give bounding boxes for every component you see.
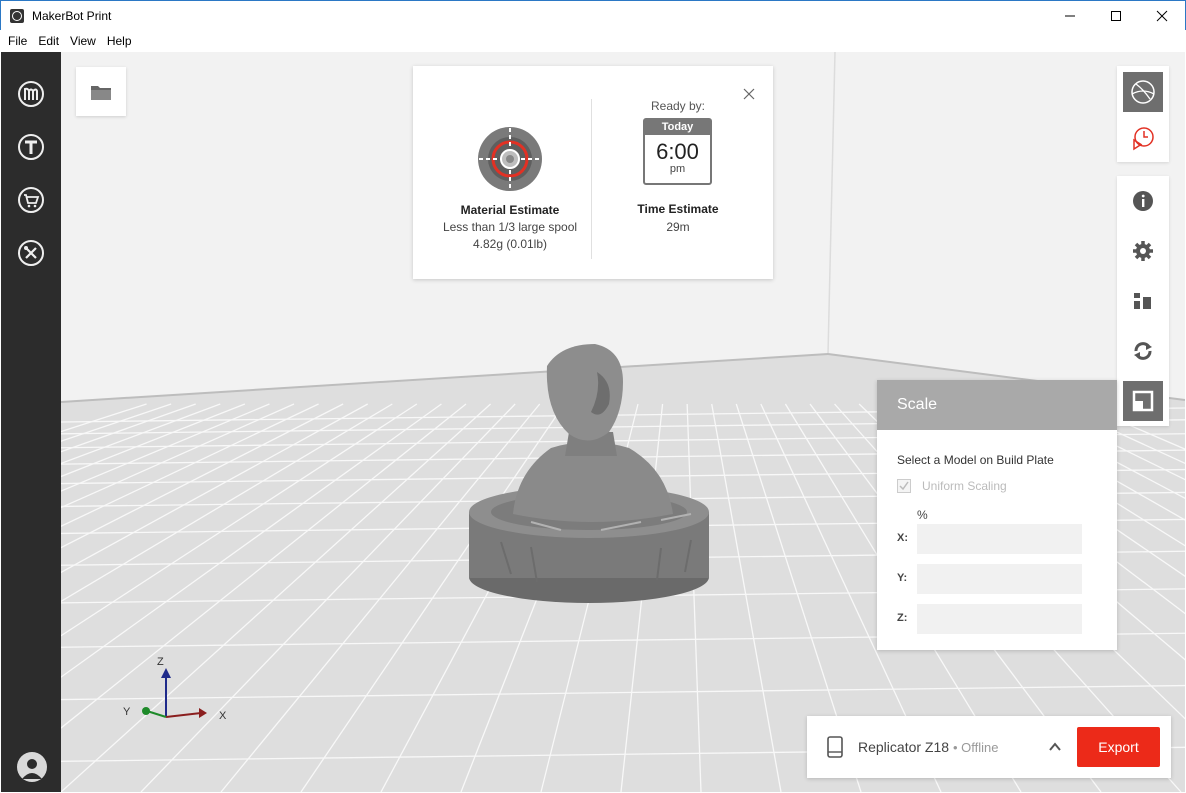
scale-x-label: X: [897, 532, 908, 544]
scale-y-input[interactable] [917, 564, 1082, 594]
menu-bar: File Edit View Help [1, 30, 1185, 52]
material-estimate-weight: 4.82g (0.01lb) [472, 237, 548, 251]
uniform-scaling-row: Uniform Scaling [897, 479, 1007, 493]
maximize-button[interactable] [1093, 1, 1139, 31]
sidebar-item-makerbot[interactable] [17, 80, 45, 108]
material-estimate-spool: Less than 1/3 large spool [442, 220, 578, 234]
settings-button[interactable] [1123, 231, 1163, 271]
print-estimate-card: Material Estimate Less than 1/3 large sp… [413, 66, 773, 279]
maximize-icon [1111, 11, 1121, 21]
store-cart-icon [18, 187, 44, 213]
settings-icon [1133, 241, 1153, 261]
arrange-button[interactable] [1123, 281, 1163, 321]
printer-name: Replicator Z18 [858, 739, 950, 755]
rotate-icon [1134, 342, 1152, 360]
view-toolbar [1117, 66, 1169, 162]
scale-button[interactable] [1123, 381, 1163, 421]
close-button[interactable] [1139, 1, 1185, 31]
tablet-device-icon [827, 736, 843, 758]
axis-x-label: X [219, 710, 227, 722]
thingiverse-icon [18, 134, 44, 160]
print-preview-button[interactable] [1123, 118, 1163, 158]
scale-y-label: Y: [897, 572, 908, 584]
sidebar-item-tools[interactable] [17, 239, 45, 267]
spool-icon [478, 127, 542, 191]
menu-file[interactable]: File [4, 34, 31, 48]
scale-unit-label: % [917, 508, 928, 522]
scale-z-label: Z: [897, 612, 908, 624]
calendar-time: 6:00 [656, 139, 699, 164]
app-logo-icon [10, 8, 24, 23]
view-mode-button[interactable] [1123, 72, 1163, 112]
sidebar-item-thingiverse[interactable] [17, 133, 45, 161]
time-estimate-title: Time Estimate [637, 202, 719, 216]
view-mode-icon [1131, 80, 1155, 104]
close-icon[interactable] [743, 88, 755, 100]
uniform-scaling-checkbox[interactable] [897, 479, 911, 493]
minimize-icon [1065, 15, 1075, 17]
axis-y-label: Y [123, 706, 131, 718]
tools-icon [18, 240, 44, 266]
scale-panel-title: Scale [877, 380, 1117, 430]
scale-hint-text: Select a Model on Build Plate [897, 453, 1054, 467]
scale-panel: Scale Select a Model on Build Plate Unif… [877, 380, 1117, 650]
printer-status: • Offline [952, 740, 999, 755]
printer-selector[interactable]: Replicator Z18 • Offline [858, 739, 998, 755]
print-preview-icon [1133, 127, 1154, 151]
chevron-up-icon[interactable] [1048, 740, 1062, 754]
printer-bar: Replicator Z18 • Offline Export [807, 716, 1171, 778]
calendar-icon: Today 6:00 pm [643, 118, 712, 185]
avatar[interactable] [17, 752, 47, 782]
info-button[interactable] [1123, 181, 1163, 221]
open-file-button[interactable] [76, 67, 126, 116]
checkmark-icon [899, 481, 909, 491]
uniform-scaling-label: Uniform Scaling [922, 479, 1007, 493]
arrange-icon [1134, 293, 1151, 309]
title-bar: MakerBot Print [0, 0, 1186, 30]
minimize-button[interactable] [1047, 1, 1093, 31]
sidebar-item-store[interactable] [17, 186, 45, 214]
rotate-button[interactable] [1123, 331, 1163, 371]
menu-view[interactable]: View [66, 34, 100, 48]
export-button[interactable]: Export [1077, 727, 1160, 767]
estimate-divider [591, 99, 592, 259]
close-icon [1156, 10, 1168, 22]
ready-by-label: Ready by: [650, 99, 706, 113]
window-controls [1047, 1, 1185, 31]
tools-toolbar [1117, 176, 1169, 426]
calendar-day: Today [645, 120, 710, 135]
scale-x-input[interactable] [917, 524, 1082, 554]
left-sidebar [1, 52, 61, 792]
menu-help[interactable]: Help [103, 34, 136, 48]
folder-icon [91, 85, 111, 100]
material-estimate-title: Material Estimate [460, 203, 560, 217]
info-icon [1133, 191, 1153, 211]
makerbot-logo-icon [18, 81, 44, 107]
build-viewport[interactable]: Z Y X Material Estimate Less than 1/3 la… [61, 52, 1185, 792]
avatar-icon [22, 759, 42, 779]
axis-z-label: Z [157, 656, 164, 668]
menu-edit[interactable]: Edit [34, 34, 63, 48]
window-title: MakerBot Print [32, 8, 112, 23]
time-estimate-value: 29m [666, 220, 690, 234]
scale-icon [1132, 390, 1154, 412]
calendar-ampm: pm [669, 163, 686, 175]
scale-z-input[interactable] [917, 604, 1082, 634]
